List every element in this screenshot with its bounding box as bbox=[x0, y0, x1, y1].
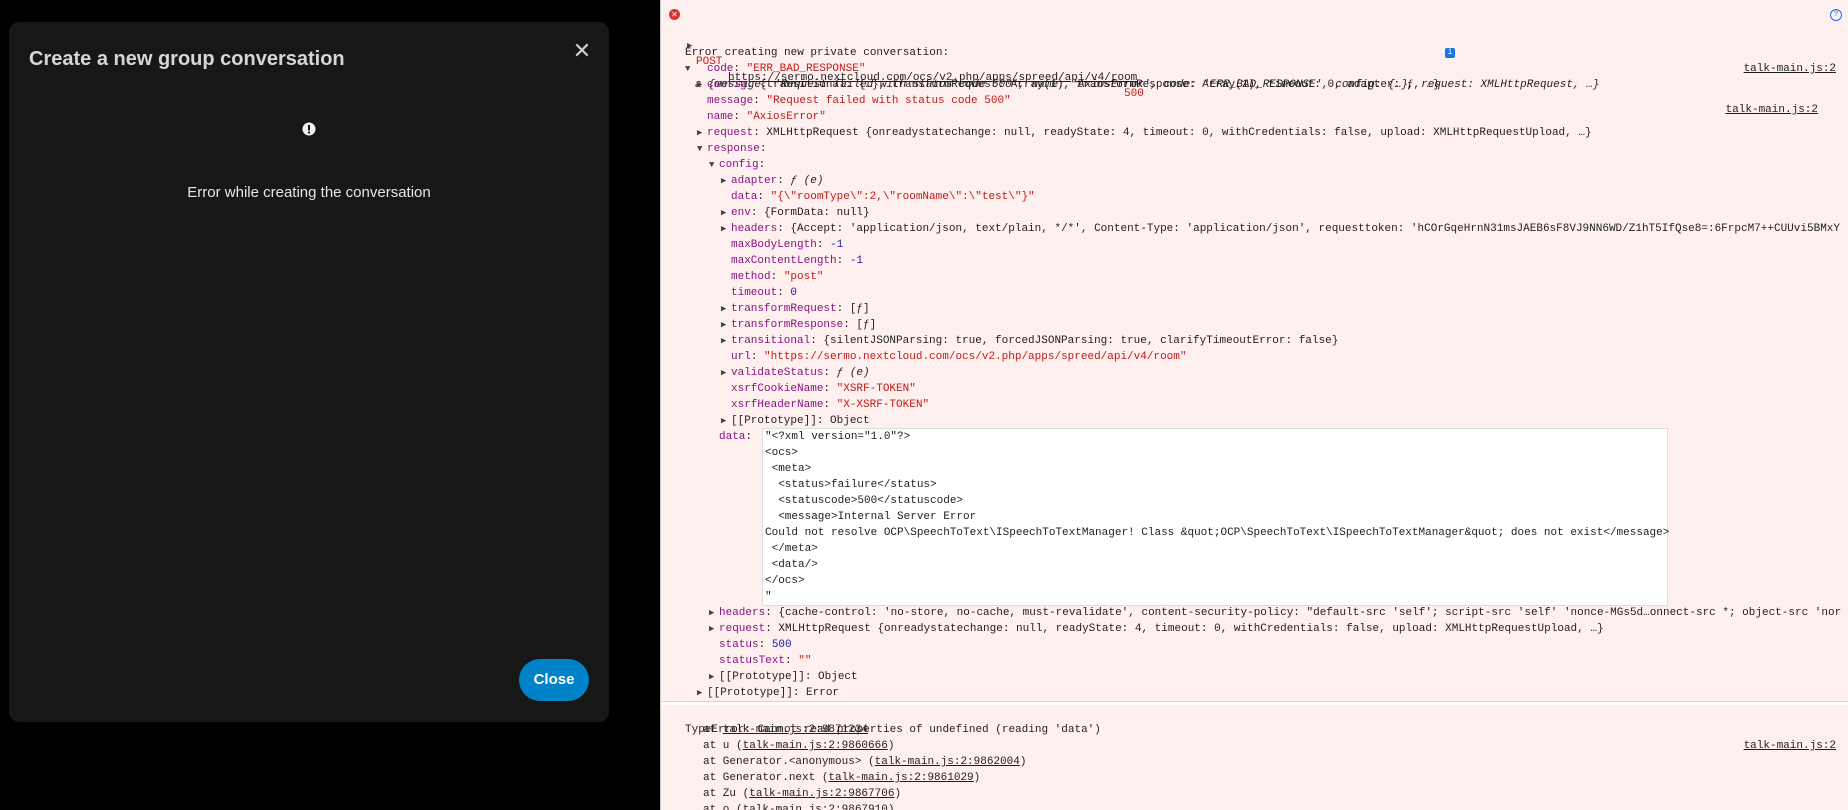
cfg-xsrfheadername: xsrfHeaderName: "X-XSRF-TOKEN" bbox=[731, 399, 930, 411]
modal-title: Create a new group conversation bbox=[29, 48, 345, 70]
stack-frame-function: at u ( bbox=[703, 740, 743, 752]
collapse-triangle-icon[interactable]: ▼ bbox=[685, 61, 695, 77]
alert-circle-icon bbox=[302, 122, 316, 136]
stack-frame-function: at Zu ( bbox=[703, 788, 750, 800]
cfg-timeout: timeout: 0 bbox=[731, 287, 798, 299]
stack-frame-link[interactable]: talk-main.js:2:9861029 bbox=[828, 772, 973, 784]
cfg-prototype[interactable]: ▶ [[Prototype]]: Object bbox=[721, 413, 1848, 429]
create-conversation-modal: Create a new group conversation ✕ Error … bbox=[9, 22, 609, 722]
stack-frame-paren: ) bbox=[1019, 756, 1027, 768]
stack-frame-link[interactable]: talk-main.js:2:9871234 bbox=[723, 724, 868, 736]
stack-frame-link[interactable]: talk-main.js:2:9867706 bbox=[749, 788, 894, 800]
cfg-transitional[interactable]: ▶ transitional: {silentJSONParsing: true,… bbox=[721, 333, 1848, 349]
cfg-method: method: "post" bbox=[731, 271, 824, 283]
xml-line: Could not resolve OCP\SpeechToText\ISpee… bbox=[765, 527, 1670, 539]
response-request[interactable]: ▶ request: XMLHttpRequest {onreadystatech… bbox=[709, 621, 1848, 637]
network-error-row: ✕ ▶ POST https://sermo.nextcloud.com/ocs… bbox=[661, 6, 1848, 116]
cfg-adapter[interactable]: ▶ adapter: ƒ (e) bbox=[721, 173, 1848, 189]
cfg-validatestatus[interactable]: ▶ validateStatus: ƒ (e) bbox=[721, 365, 1848, 381]
cfg-data: data: "{\"roomType\":2,\"roomName\":\"te… bbox=[731, 191, 1035, 203]
xml-line: <message>Internal Server Error bbox=[765, 511, 977, 523]
response-statustext: statusText: "" bbox=[719, 655, 812, 667]
stack-frame: at Generator.next (talk-main.js:2:986102… bbox=[703, 770, 1848, 786]
stack-frame-paren: ) bbox=[887, 804, 895, 810]
prop-code: code: "ERR_BAD_RESPONSE" bbox=[707, 63, 866, 75]
close-icon[interactable]: ✕ bbox=[567, 36, 597, 66]
cfg-maxcontentlength: maxContentLength: -1 bbox=[731, 255, 864, 267]
stack-frame-function: at Generator.next ( bbox=[703, 772, 829, 784]
stack-frame-function: at o ( bbox=[703, 804, 743, 810]
error-icon: ✕ bbox=[669, 9, 680, 20]
info-icon[interactable]: i bbox=[1445, 48, 1455, 58]
stack-frame-link[interactable]: talk-main.js:2:9862004 bbox=[875, 756, 1020, 768]
response-prototype[interactable]: ▶ [[Prototype]]: Object bbox=[709, 669, 1848, 685]
xml-line: " bbox=[765, 591, 772, 603]
cfg-maxbodylength: maxBodyLength: -1 bbox=[731, 239, 844, 251]
stack-frame: at o (talk-main.js:2:9867910) bbox=[703, 802, 1848, 810]
stack-frame-function: at Generator.<anonymous> ( bbox=[703, 756, 875, 768]
close-button[interactable]: Close bbox=[519, 659, 589, 701]
type-error-row: TypeError: Cannot read properties of und… bbox=[661, 706, 1848, 752]
help-icon[interactable]: ? bbox=[1830, 9, 1842, 21]
xml-line: </ocs> bbox=[765, 575, 805, 587]
response-data-xml[interactable]: "<?xml version="1.0"?> <ocs> <meta> <sta… bbox=[762, 428, 1670, 606]
cfg-url: url: "https://sermo.nextcloud.com/ocs/v2… bbox=[731, 351, 1187, 363]
stack-frame-link[interactable]: talk-main.js:2:9860666 bbox=[743, 740, 888, 752]
response-status: status: 500 bbox=[719, 639, 792, 651]
prop-response-config[interactable]: ▼ config: bbox=[709, 157, 1848, 173]
stack-frame-paren: ) bbox=[973, 772, 981, 784]
prop-config[interactable]: ▶ config: {transitional: {…}, transformRe… bbox=[697, 77, 1848, 93]
devtools-console: ✕ ▶ POST https://sermo.nextcloud.com/ocs… bbox=[660, 0, 1848, 810]
stack-frame-paren: ) bbox=[887, 740, 895, 752]
error-message: Error while creating the conversation bbox=[187, 184, 431, 201]
xml-line: <ocs> bbox=[765, 447, 799, 459]
cfg-xsrfcookiename: xsrfCookieName: "XSRF-TOKEN" bbox=[731, 383, 916, 395]
xml-line: <status>failure</status> bbox=[765, 479, 937, 491]
cfg-transformresponse[interactable]: ▶ transformResponse: [ƒ] bbox=[721, 317, 1848, 333]
stack-frame: at u (talk-main.js:2:9860666) bbox=[703, 738, 1848, 754]
prop-request[interactable]: ▶ request: XMLHttpRequest {onreadystatech… bbox=[697, 125, 1848, 141]
stack-frame-link[interactable]: talk-main.js:2:9867910 bbox=[743, 804, 888, 810]
response-headers[interactable]: ▶ headers: {cache-control: 'no-store, no-… bbox=[709, 605, 1848, 621]
xml-line: </meta> bbox=[765, 543, 818, 555]
app-backdrop: Create a new group conversation ✕ Error … bbox=[0, 0, 660, 810]
prop-response[interactable]: ▼ response: bbox=[697, 141, 1848, 157]
cfg-headers[interactable]: ▶ headers: {Accept: 'application/json, te… bbox=[721, 221, 1848, 237]
xml-line: <data/> bbox=[765, 559, 818, 571]
xml-line: <statuscode>500</statuscode> bbox=[765, 495, 964, 507]
stack-frame-paren: ) bbox=[894, 788, 902, 800]
cfg-env[interactable]: ▶ env: {FormData: null} bbox=[721, 205, 1848, 221]
log-title-row: Error creating new private conversation:… bbox=[661, 29, 1848, 75]
cfg-transformrequest[interactable]: ▶ transformRequest: [ƒ] bbox=[721, 301, 1848, 317]
stack-frame-function: at bbox=[703, 724, 723, 736]
prop-message: message: "Request failed with status cod… bbox=[707, 95, 1011, 107]
stack-frame: at Generator.<anonymous> (talk-main.js:2… bbox=[703, 754, 1848, 770]
stack-frame: at Zu (talk-main.js:2:9867706) bbox=[703, 786, 1848, 802]
xml-line: <meta> bbox=[765, 463, 812, 475]
stack-frame: at talk-main.js:2:9871234 bbox=[703, 722, 1848, 738]
object-summary-row[interactable]: ▼ a {message: 'Request failed with statu… bbox=[661, 45, 1848, 91]
xml-line: "<?xml version="1.0"?> bbox=[765, 431, 911, 443]
prop-name: name: "AxiosError" bbox=[707, 111, 826, 123]
error-prototype[interactable]: ▶ [[Prototype]]: Error bbox=[697, 685, 1848, 701]
